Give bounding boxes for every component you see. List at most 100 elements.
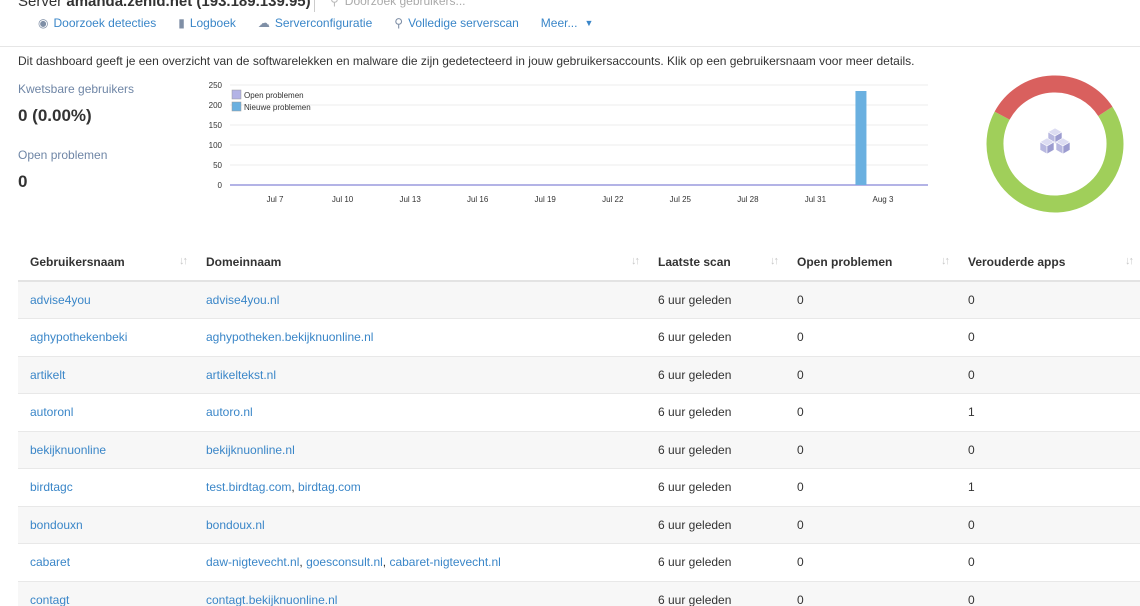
server-name: amanda.zenid.net (193.189.139.95) bbox=[66, 0, 311, 10]
sort-icon: ↓↑ bbox=[631, 255, 640, 267]
username-link[interactable]: bekijknuonline bbox=[30, 443, 106, 457]
col-label: Open problemen bbox=[797, 254, 893, 269]
username-link[interactable]: autoronl bbox=[30, 405, 73, 419]
cell-username: bondouxn bbox=[18, 506, 194, 544]
cell-username: autoronl bbox=[18, 393, 194, 432]
open-problems-label: Open problemen bbox=[18, 148, 108, 162]
table-row: bondouxn bondoux.nl 6 uur geleden 0 0 bbox=[18, 506, 1140, 544]
cell-username: bekijknuonline bbox=[18, 431, 194, 469]
domain-link[interactable]: birdtag.com bbox=[298, 480, 361, 494]
cell-domain: contagt.bekijknuonline.nl bbox=[194, 581, 646, 606]
username-link[interactable]: contagt bbox=[30, 593, 69, 606]
top-bar: Server amanda.zenid.net (193.189.139.95)… bbox=[0, 0, 1140, 47]
col-label: Gebruikersnaam bbox=[30, 254, 125, 269]
cell-open-problems: 0 bbox=[785, 281, 956, 319]
search-icon: ⚲ bbox=[394, 16, 404, 30]
y-tick-label: 250 bbox=[209, 81, 223, 90]
domain-link[interactable]: advise4you.nl bbox=[206, 293, 279, 307]
col-username[interactable]: Gebruikersnaam ↓↑ bbox=[18, 243, 194, 282]
x-tick-label: Jul 25 bbox=[670, 195, 692, 204]
domain-link[interactable]: artikeltekst.nl bbox=[206, 368, 276, 382]
table-row: advise4you advise4you.nl 6 uur geleden 0 0 bbox=[18, 281, 1140, 319]
table-row: aghypothekenbeki aghypotheken.bekijknuonl… bbox=[18, 318, 1140, 357]
x-tick-label: Jul 31 bbox=[805, 195, 827, 204]
x-tick-label: Aug 3 bbox=[873, 195, 894, 204]
domain-link[interactable]: cabaret-nigtevecht.nl bbox=[389, 555, 500, 569]
cell-last-scan: 6 uur geleden bbox=[646, 581, 785, 606]
username-link[interactable]: artikelt bbox=[30, 368, 65, 382]
cell-open-problems: 0 bbox=[785, 581, 956, 606]
cell-username: cabaret bbox=[18, 543, 194, 582]
user-search-input[interactable]: ⚲ Doorzoek gebruikers... bbox=[330, 0, 466, 8]
domain-link[interactable]: test.birdtag.com bbox=[206, 480, 291, 494]
y-tick-label: 200 bbox=[209, 101, 223, 110]
divider bbox=[314, 0, 315, 12]
sort-icon: ↓↑ bbox=[179, 255, 188, 267]
x-tick-label: Jul 13 bbox=[399, 195, 421, 204]
table-row: autoronl autoro.nl 6 uur geleden 0 1 bbox=[18, 393, 1140, 432]
cell-last-scan: 6 uur geleden bbox=[646, 356, 785, 394]
cell-last-scan: 6 uur geleden bbox=[646, 318, 785, 357]
nav-label: Doorzoek detecties bbox=[53, 16, 157, 30]
cell-domain: daw-nigtevecht.nl, goesconsult.nl, cabar… bbox=[194, 543, 646, 582]
table-row: cabaret daw-nigtevecht.nl, goesconsult.nl… bbox=[18, 543, 1140, 582]
cell-outdated-apps: 0 bbox=[956, 318, 1140, 357]
username-link[interactable]: cabaret bbox=[30, 555, 70, 569]
legend-label-new: Nieuwe problemen bbox=[244, 103, 311, 112]
username-link[interactable]: bondouxn bbox=[30, 518, 83, 532]
cell-outdated-apps: 0 bbox=[956, 431, 1140, 469]
cell-outdated-apps: 0 bbox=[956, 506, 1140, 544]
nav-search-detections[interactable]: ◉ Doorzoek detecties bbox=[38, 16, 156, 30]
cell-outdated-apps: 1 bbox=[956, 468, 1140, 507]
domain-link[interactable]: contagt.bekijknuonline.nl bbox=[206, 593, 337, 606]
col-label: Domeinnaam bbox=[206, 254, 282, 269]
domain-link[interactable]: daw-nigtevecht.nl bbox=[206, 555, 299, 569]
domain-link[interactable]: bekijknuonline.nl bbox=[206, 443, 295, 457]
domain-link[interactable]: bondoux.nl bbox=[206, 518, 265, 532]
search-placeholder: Doorzoek gebruikers... bbox=[344, 0, 466, 8]
col-last-scan[interactable]: Laatste scan ↓↑ bbox=[646, 243, 785, 282]
cell-outdated-apps: 0 bbox=[956, 281, 1140, 319]
x-tick-label: Jul 19 bbox=[535, 195, 557, 204]
domain-link[interactable]: autoro.nl bbox=[206, 405, 253, 419]
domain-link[interactable]: goesconsult.nl bbox=[306, 555, 383, 569]
col-domain[interactable]: Domeinnaam ↓↑ bbox=[194, 243, 646, 282]
username-link[interactable]: aghypothekenbeki bbox=[30, 330, 127, 344]
username-link[interactable]: birdtagc bbox=[30, 480, 73, 494]
legend-label-open: Open problemen bbox=[244, 91, 304, 100]
username-link[interactable]: advise4you bbox=[30, 293, 91, 307]
nav-server-config[interactable]: ☁ Serverconfiguratie bbox=[258, 16, 372, 30]
x-tick-label: Jul 10 bbox=[332, 195, 354, 204]
cell-last-scan: 6 uur geleden bbox=[646, 393, 785, 432]
users-table: Gebruikersnaam ↓↑ Domeinnaam ↓↑ Laatste sc… bbox=[18, 243, 1140, 606]
intro-text: Dit dashboard geeft je een overzicht van… bbox=[18, 54, 915, 68]
y-tick-label: 100 bbox=[209, 141, 223, 150]
y-tick-label: 0 bbox=[218, 181, 223, 190]
cell-open-problems: 0 bbox=[785, 431, 956, 469]
domain-link[interactable]: aghypotheken.bekijknuonline.nl bbox=[206, 330, 373, 344]
x-tick-label: Jul 7 bbox=[267, 195, 284, 204]
nav-full-scan[interactable]: ⚲ Volledige serverscan bbox=[394, 16, 519, 30]
col-open-problems[interactable]: Open problemen ↓↑ bbox=[785, 243, 956, 282]
cell-outdated-apps: 0 bbox=[956, 543, 1140, 582]
book-icon: ▮ bbox=[178, 16, 185, 30]
cell-domain: advise4you.nl bbox=[194, 281, 646, 319]
legend-swatch-open bbox=[231, 89, 242, 100]
table-row: birdtagc test.birdtag.com, birdtag.com 6 u… bbox=[18, 468, 1140, 507]
open-problems-value: 0 bbox=[18, 172, 28, 191]
nav-more-dropdown[interactable]: Meer... ▼ bbox=[541, 16, 594, 30]
users-donut-chart bbox=[986, 75, 1124, 213]
cell-open-problems: 0 bbox=[785, 543, 956, 582]
legend-swatch-new bbox=[231, 101, 242, 112]
cell-open-problems: 0 bbox=[785, 393, 956, 432]
col-label: Verouderde apps bbox=[968, 254, 1066, 269]
cell-domain: bekijknuonline.nl bbox=[194, 431, 646, 469]
cubes-icon bbox=[1039, 127, 1071, 155]
nav-label: Meer... bbox=[540, 16, 578, 30]
sort-icon: ↓↑ bbox=[941, 255, 950, 267]
col-outdated-apps[interactable]: Verouderde apps ↓↑ bbox=[956, 243, 1140, 282]
cell-username: contagt bbox=[18, 581, 194, 606]
nav-label: Serverconfiguratie bbox=[274, 16, 373, 30]
nav-log[interactable]: ▮ Logboek bbox=[178, 16, 236, 30]
vulnerable-users-value: 0 (0.00%) bbox=[18, 106, 92, 125]
